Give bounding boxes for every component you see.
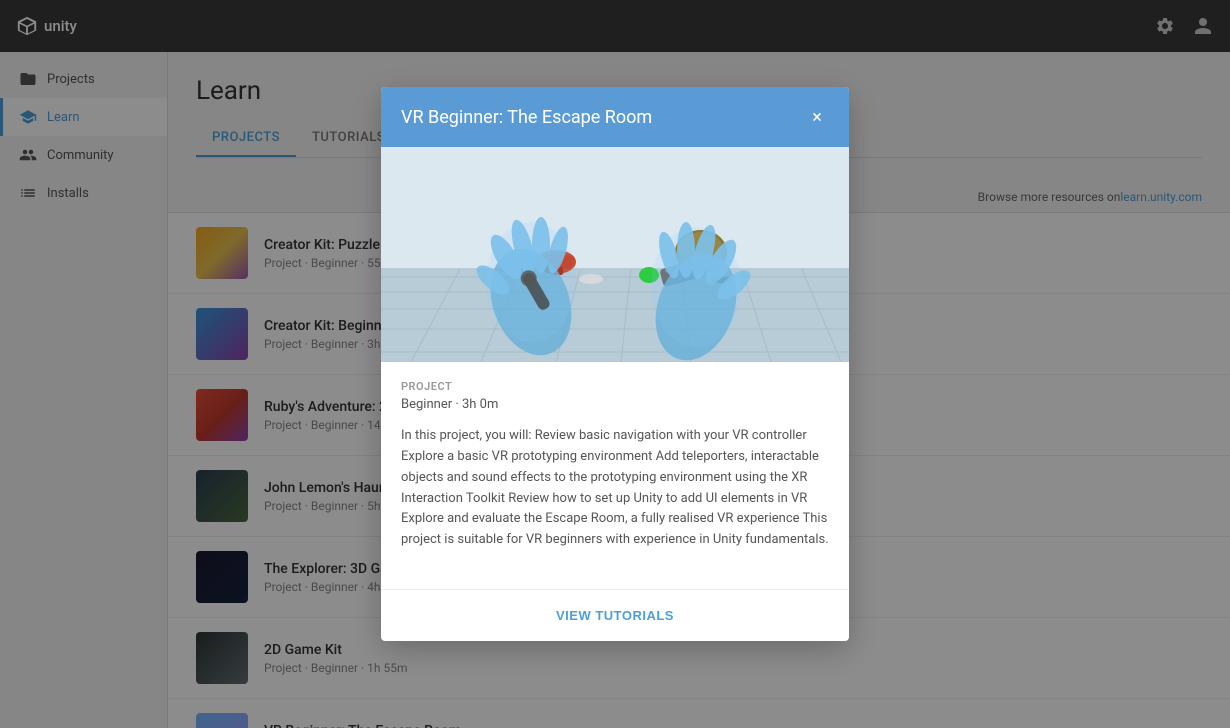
modal-body: PROJECT Beginner · 3h 0m In this project… <box>381 362 849 589</box>
modal-overlay[interactable]: VR Beginner: The Escape Room × <box>0 0 1230 728</box>
modal-close-button[interactable]: × <box>805 105 829 129</box>
modal-footer: VIEW TUTORIALS <box>381 589 849 641</box>
modal-type-label: PROJECT <box>401 380 829 393</box>
modal-description: In this project, you will: Review basic … <box>401 426 829 551</box>
modal-dialog: VR Beginner: The Escape Room × <box>381 87 849 641</box>
modal-header: VR Beginner: The Escape Room × <box>381 87 849 147</box>
view-tutorials-button[interactable]: VIEW TUTORIALS <box>548 604 682 627</box>
modal-duration: Beginner · 3h 0m <box>401 397 829 412</box>
modal-hero-image <box>381 147 849 362</box>
modal-title: VR Beginner: The Escape Room <box>401 107 652 128</box>
